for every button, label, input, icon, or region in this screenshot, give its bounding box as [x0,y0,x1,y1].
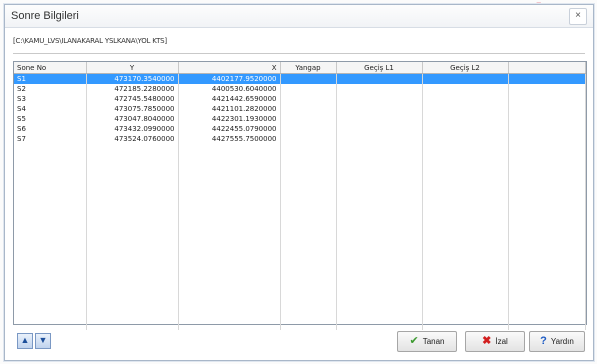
window-title: Sonre Bilgileri [11,10,79,22]
column-header[interactable]: Yangap [280,62,337,74]
ok-button-label: Tanan [422,337,445,346]
move-up-button[interactable]: ▲ [17,333,33,349]
cell-yangap [280,84,337,94]
column-header[interactable]: Geçiş L2 [422,62,509,74]
question-icon: ? [540,335,547,347]
table-row[interactable]: S7 473524.0760000 4427555.7500000 [14,134,586,144]
column-header[interactable]: Geçiş L1 [336,62,423,74]
cell-gecis-l2 [422,104,509,114]
cell-yangap [280,134,337,144]
cell-extra [508,104,586,114]
cell-x: 4400530.6040000 [178,84,281,94]
cell-gecis-l1 [336,73,423,84]
cell-y: 472745.5480000 [86,94,179,104]
cell-sone-no: S2 [14,84,87,94]
cell-gecis-l1 [336,94,423,104]
cell-y: 472185.2280000 [86,84,179,94]
cell-sone-no: S4 [14,104,87,114]
cell-sone-no: S7 [14,134,87,144]
cell-x: 4421101.2820000 [178,104,281,114]
cancel-button[interactable]: ✖ İzal [465,331,525,352]
table-row[interactable]: S5 473047.8040000 4422301.1930000 [14,114,586,124]
cell-gecis-l2 [422,124,509,134]
x-icon: ✖ [482,335,492,347]
close-button[interactable]: × [569,8,587,25]
cell-gecis-l1 [336,134,423,144]
dialog-window: Sonre Bilgileri × [C:\KAMU_LVS\ILANAKARA… [4,4,594,361]
cell-gecis-l1 [336,84,423,94]
cancel-button-label: İzal [495,337,508,346]
cell-y: 473524.0760000 [86,134,179,144]
cell-extra [508,84,586,94]
cell-extra [508,134,586,144]
cell-y: 473432.0990000 [86,124,179,134]
table-row[interactable]: S3 472745.5480000 4421442.6590000 [14,94,586,104]
cell-extra [508,124,586,134]
table-row[interactable]: S1 473170.3540000 4402177.9520000 [14,73,586,84]
cell-sone-no: S1 [14,73,87,84]
cell-yangap [280,114,337,124]
help-button-label: Yardın [550,337,574,346]
cell-yangap [280,124,337,134]
cell-gecis-l1 [336,124,423,134]
cell-yangap [280,94,337,104]
column-header[interactable]: Sone No [14,62,87,74]
divider [13,53,585,54]
cell-x: 4422455.0790000 [178,124,281,134]
cell-sone-no: S6 [14,124,87,134]
move-down-button[interactable]: ▼ [35,333,51,349]
cell-y: 473075.7850000 [86,104,179,114]
cell-gecis-l2 [422,84,509,94]
table-row[interactable]: S6 473432.0990000 4422455.0790000 [14,124,586,134]
cell-yangap [280,104,337,114]
cell-x: 4427555.7500000 [178,134,281,144]
table-row[interactable]: S2 472185.2280000 4400530.6040000 [14,84,586,94]
cell-x: 4402177.9520000 [178,73,281,84]
empty-grid-area [14,144,586,330]
cell-x: 4421442.6590000 [178,94,281,104]
cell-y: 473047.8040000 [86,114,179,124]
cell-gecis-l2 [422,94,509,104]
table-header-row: Sone No Y X Yangap Geçiş L1 Geçiş L2 [14,62,586,74]
checkmark-icon: ✔ [409,335,419,347]
ok-button[interactable]: ✔ Tanan [397,331,457,352]
cell-extra [508,94,586,104]
cell-gecis-l2 [422,73,509,84]
table-row[interactable]: S4 473075.7850000 4421101.2820000 [14,104,586,114]
cell-sone-no: S5 [14,114,87,124]
cell-gecis-l2 [422,134,509,144]
cell-extra [508,73,586,84]
cell-extra [508,114,586,124]
cell-gecis-l1 [336,114,423,124]
column-header [508,62,586,74]
bottom-toolbar: ▲ ▼ ✔ Tanan ✖ İzal ? Yardın [13,329,585,355]
points-grid[interactable]: Sone No Y X Yangap Geçiş L1 Geçiş L2 S1 … [13,61,587,330]
cell-sone-no: S3 [14,94,87,104]
cell-x: 4422301.1930000 [178,114,281,124]
help-button[interactable]: ? Yardın [529,331,585,352]
points-table: Sone No Y X Yangap Geçiş L1 Geçiş L2 S1 … [14,62,586,330]
cell-yangap [280,73,337,84]
cell-gecis-l1 [336,104,423,114]
cell-gecis-l2 [422,114,509,124]
column-header[interactable]: X [178,62,281,74]
file-path-label: [C:\KAMU_LVS\ILANAKARAL YSLKANA\YOL KTS] [13,37,167,45]
title-bar: Sonre Bilgileri × [5,5,593,28]
cell-y: 473170.3540000 [86,73,179,84]
column-header[interactable]: Y [86,62,179,74]
